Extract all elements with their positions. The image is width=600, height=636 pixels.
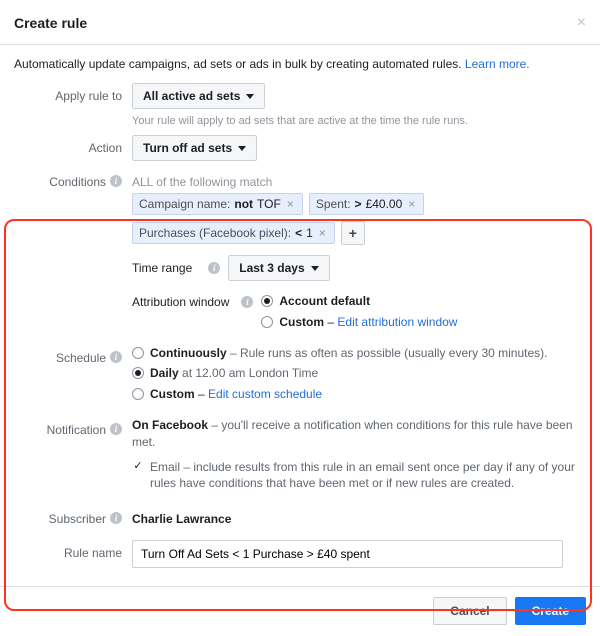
subscriber-name: Charlie Lawrance	[132, 506, 586, 526]
schedule-continuously-desc: – Rule runs as often as possible (usuall…	[227, 346, 548, 360]
info-icon[interactable]: i	[110, 423, 122, 435]
subhead-text: Automatically update campaigns, ad sets …	[14, 57, 465, 71]
attribution-custom-label: Custom	[279, 315, 324, 329]
chip-remove-icon[interactable]: ×	[317, 226, 328, 240]
chip-op: <	[295, 226, 302, 240]
info-icon[interactable]: i	[208, 262, 220, 274]
chip-val: £40.00	[366, 197, 403, 211]
condition-chip[interactable]: Spent: > £40.00 ×	[309, 193, 424, 215]
notification-label: Notification	[47, 423, 106, 437]
attribution-label: Attribution window	[132, 295, 229, 309]
attribution-custom-radio[interactable]	[261, 316, 273, 328]
schedule-daily-title: Daily	[150, 366, 179, 380]
subscriber-label: Subscriber	[49, 512, 106, 526]
cancel-button[interactable]: Cancel	[433, 597, 506, 625]
add-condition-button[interactable]: +	[341, 221, 365, 245]
edit-schedule-link[interactable]: Edit custom schedule	[208, 387, 322, 401]
close-icon[interactable]: ×	[577, 14, 586, 32]
chip-key: Spent:	[316, 197, 351, 211]
chip-val: 1	[306, 226, 313, 240]
notification-email-checkbox[interactable]: ✓	[132, 461, 144, 473]
notification-email-title: Email	[150, 460, 180, 474]
chevron-down-icon	[238, 146, 246, 151]
create-button[interactable]: Create	[515, 597, 586, 625]
chip-remove-icon[interactable]: ×	[285, 197, 296, 211]
notification-facebook-title: On Facebook	[132, 418, 208, 432]
dialog-title: Create rule	[14, 15, 577, 31]
action-value: Turn off ad sets	[143, 141, 232, 155]
schedule-custom-radio[interactable]	[132, 388, 144, 400]
info-icon[interactable]: i	[241, 296, 253, 308]
conditions-match-text: ALL of the following match	[132, 169, 586, 193]
schedule-label: Schedule	[56, 351, 106, 365]
chip-val: TOF	[257, 197, 281, 211]
chevron-down-icon	[246, 94, 254, 99]
chip-key: Campaign name:	[139, 197, 230, 211]
apply-rule-select[interactable]: All active ad sets	[132, 83, 265, 109]
schedule-daily-desc: at 12.00 am London Time	[179, 366, 318, 380]
learn-more-link[interactable]: Learn more.	[465, 57, 530, 71]
attribution-default-radio[interactable]	[261, 295, 273, 307]
chip-remove-icon[interactable]: ×	[406, 197, 417, 211]
schedule-custom-title: Custom	[150, 387, 195, 401]
edit-attribution-link[interactable]: Edit attribution window	[337, 315, 457, 329]
info-icon[interactable]: i	[110, 175, 122, 187]
time-range-label: Time range	[132, 261, 192, 275]
action-select[interactable]: Turn off ad sets	[132, 135, 257, 161]
notification-email-desc: – include results from this rule in an e…	[150, 460, 575, 491]
conditions-label: Conditions	[49, 175, 106, 189]
attribution-default-label: Account default	[279, 294, 370, 308]
apply-rule-value: All active ad sets	[143, 89, 240, 103]
chevron-down-icon	[311, 266, 319, 271]
condition-chip[interactable]: Purchases (Facebook pixel): < 1 ×	[132, 222, 335, 244]
schedule-daily-radio[interactable]	[132, 367, 144, 379]
info-icon[interactable]: i	[110, 512, 122, 524]
chip-op: >	[355, 197, 362, 211]
info-icon[interactable]: i	[110, 351, 122, 363]
schedule-continuously-radio[interactable]	[132, 347, 144, 359]
rule-name-input[interactable]	[132, 540, 563, 568]
apply-rule-label: Apply rule to	[55, 89, 122, 103]
chip-key: Purchases (Facebook pixel):	[139, 226, 291, 240]
time-range-select[interactable]: Last 3 days	[228, 255, 329, 281]
time-range-value: Last 3 days	[239, 261, 304, 275]
chip-op: not	[234, 197, 253, 211]
schedule-continuously-title: Continuously	[150, 346, 227, 360]
apply-rule-help: Your rule will apply to ad sets that are…	[132, 115, 586, 127]
condition-chip[interactable]: Campaign name: not TOF ×	[132, 193, 303, 215]
action-label: Action	[89, 141, 122, 155]
rule-name-label: Rule name	[64, 546, 122, 560]
